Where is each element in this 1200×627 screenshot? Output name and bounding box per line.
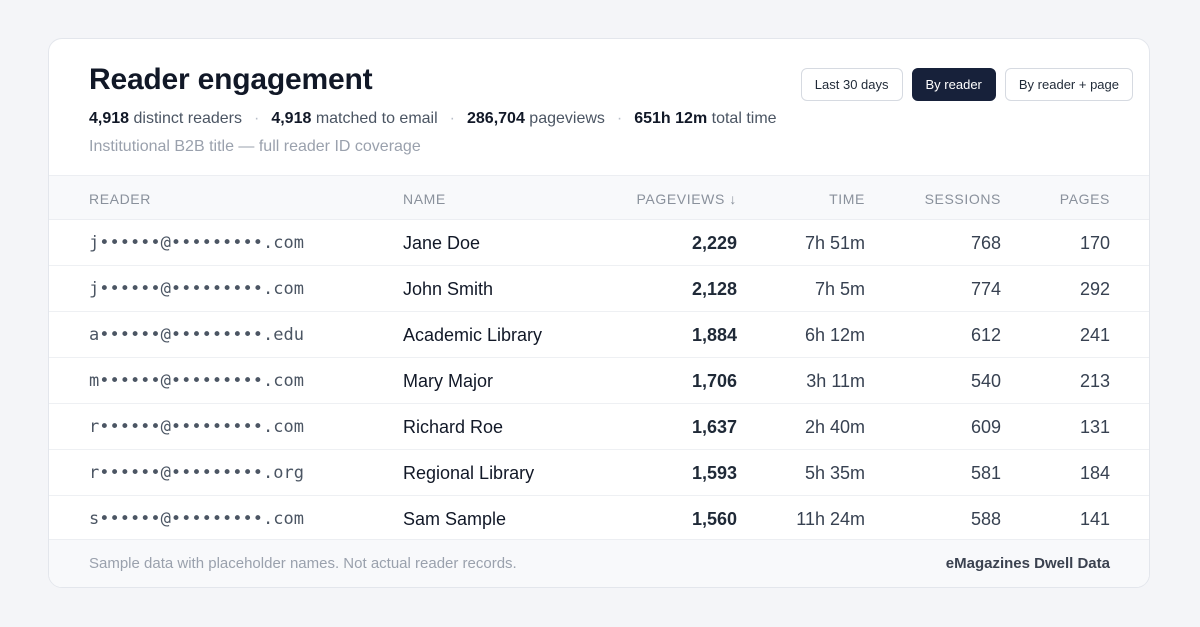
pageviews-value: 1,884 (691, 325, 737, 345)
table-row[interactable]: s••••••@•••••••••.com Sam Sample 1,560 1… (49, 496, 1149, 542)
table-row[interactable]: a••••••@•••••••••.edu Academic Library 1… (49, 312, 1149, 358)
date-range-button[interactable]: Last 30 days (800, 68, 903, 101)
time-value: 6h 12m (804, 325, 865, 345)
reader-email: j••••••@•••••••••.com (89, 279, 304, 299)
reader-email: a••••••@•••••••••.edu (89, 325, 304, 345)
pageviews-value: 2,128 (691, 279, 737, 299)
reader-name: Mary Major (403, 371, 494, 391)
table-row[interactable]: r••••••@•••••••••.org Regional Library 1… (49, 450, 1149, 496)
reader-name: Jane Doe (403, 233, 481, 253)
stat-pageviews: 286,704 pageviews (467, 110, 605, 127)
by-reader-page-button[interactable]: By reader + page (1004, 68, 1133, 101)
sessions-value: 612 (970, 325, 1001, 345)
stat-separator: · (449, 110, 455, 127)
stat-matched-email: 4,918 matched to email (271, 110, 438, 127)
table-row[interactable]: m••••••@•••••••••.com Mary Major 1,706 3… (49, 358, 1149, 404)
reader-name: Academic Library (403, 325, 543, 345)
column-header-time[interactable]: TIME (829, 191, 865, 207)
stat-distinct-readers: 4,918 distinct readers (89, 110, 242, 127)
stat-separator: · (254, 110, 260, 127)
pageviews-value: 1,637 (691, 417, 737, 437)
time-value: 7h 5m (814, 279, 865, 299)
card-header: Reader engagement 4,918 distinct readers… (49, 39, 1149, 175)
pages-value: 141 (1079, 509, 1110, 529)
time-value: 7h 51m (804, 233, 865, 253)
reader-email: s••••••@•••••••••.com (89, 509, 304, 529)
pages-value: 184 (1079, 463, 1110, 483)
reader-name: Sam Sample (403, 509, 507, 529)
pages-value: 131 (1079, 417, 1110, 437)
column-header-pageviews[interactable]: PAGEVIEWS ↓ (637, 191, 737, 207)
time-value: 2h 40m (804, 417, 865, 437)
card-footer: Sample data with placeholder names. Not … (49, 539, 1149, 587)
table-row[interactable]: r••••••@•••••••••.com Richard Roe 1,637 … (49, 404, 1149, 450)
column-header-name[interactable]: NAME (403, 191, 446, 207)
summary-stats: 4,918 distinct readers · 4,918 matched to … (89, 110, 777, 128)
reader-email: r••••••@•••••••••.com (89, 417, 304, 437)
pageviews-value: 1,560 (691, 509, 737, 529)
stat-separator: · (616, 110, 623, 127)
reader-email: m••••••@•••••••••.com (89, 371, 304, 391)
reader-email: r••••••@•••••••••.org (89, 463, 304, 483)
pageviews-value: 2,229 (691, 233, 737, 253)
page-title: Reader engagement (89, 63, 373, 96)
sessions-value: 774 (970, 279, 1001, 299)
column-header-sessions[interactable]: SESSIONS (925, 191, 1001, 207)
view-controls: Last 30 days By reader By reader + page (800, 68, 1133, 101)
table-row[interactable]: j••••••@•••••••••.com Jane Doe 2,229 7h … (49, 220, 1149, 266)
pages-value: 213 (1079, 371, 1110, 391)
time-value: 11h 24m (796, 509, 865, 529)
time-value: 5h 35m (804, 463, 865, 483)
time-value: 3h 11m (806, 371, 865, 391)
pages-value: 292 (1079, 279, 1110, 299)
sessions-value: 581 (970, 463, 1001, 483)
brand-label: eMagazines Dwell Data (945, 555, 1110, 572)
footer-note: Sample data with placeholder names. Not … (89, 555, 517, 572)
table-header: READER NAME PAGEVIEWS ↓ TIME SESSIONS PA… (49, 175, 1149, 220)
column-header-reader[interactable]: READER (89, 191, 151, 207)
reader-email: j••••••@•••••••••.com (89, 233, 304, 253)
by-reader-button[interactable]: By reader (911, 68, 996, 101)
sessions-value: 540 (970, 371, 1001, 391)
pageviews-value: 1,706 (691, 371, 737, 391)
page-subtitle: Institutional B2B title — full reader ID… (89, 138, 421, 155)
pages-value: 170 (1079, 233, 1110, 253)
reader-name: John Smith (403, 279, 494, 299)
sessions-value: 588 (970, 509, 1001, 529)
table-body: j••••••@•••••••••.com Jane Doe 2,229 7h … (49, 220, 1149, 542)
pages-value: 241 (1079, 325, 1110, 345)
sessions-value: 768 (970, 233, 1001, 253)
reader-name: Regional Library (403, 463, 535, 483)
engagement-card: Reader engagement 4,918 distinct readers… (48, 38, 1150, 588)
reader-name: Richard Roe (403, 417, 504, 437)
table-row[interactable]: j••••••@•••••••••.com John Smith 2,128 7… (49, 266, 1149, 312)
stat-total-time: 651h 12m total time (634, 110, 777, 127)
column-header-pages[interactable]: PAGES (1060, 191, 1110, 207)
sessions-value: 609 (970, 417, 1001, 437)
pageviews-value: 1,593 (691, 463, 737, 483)
